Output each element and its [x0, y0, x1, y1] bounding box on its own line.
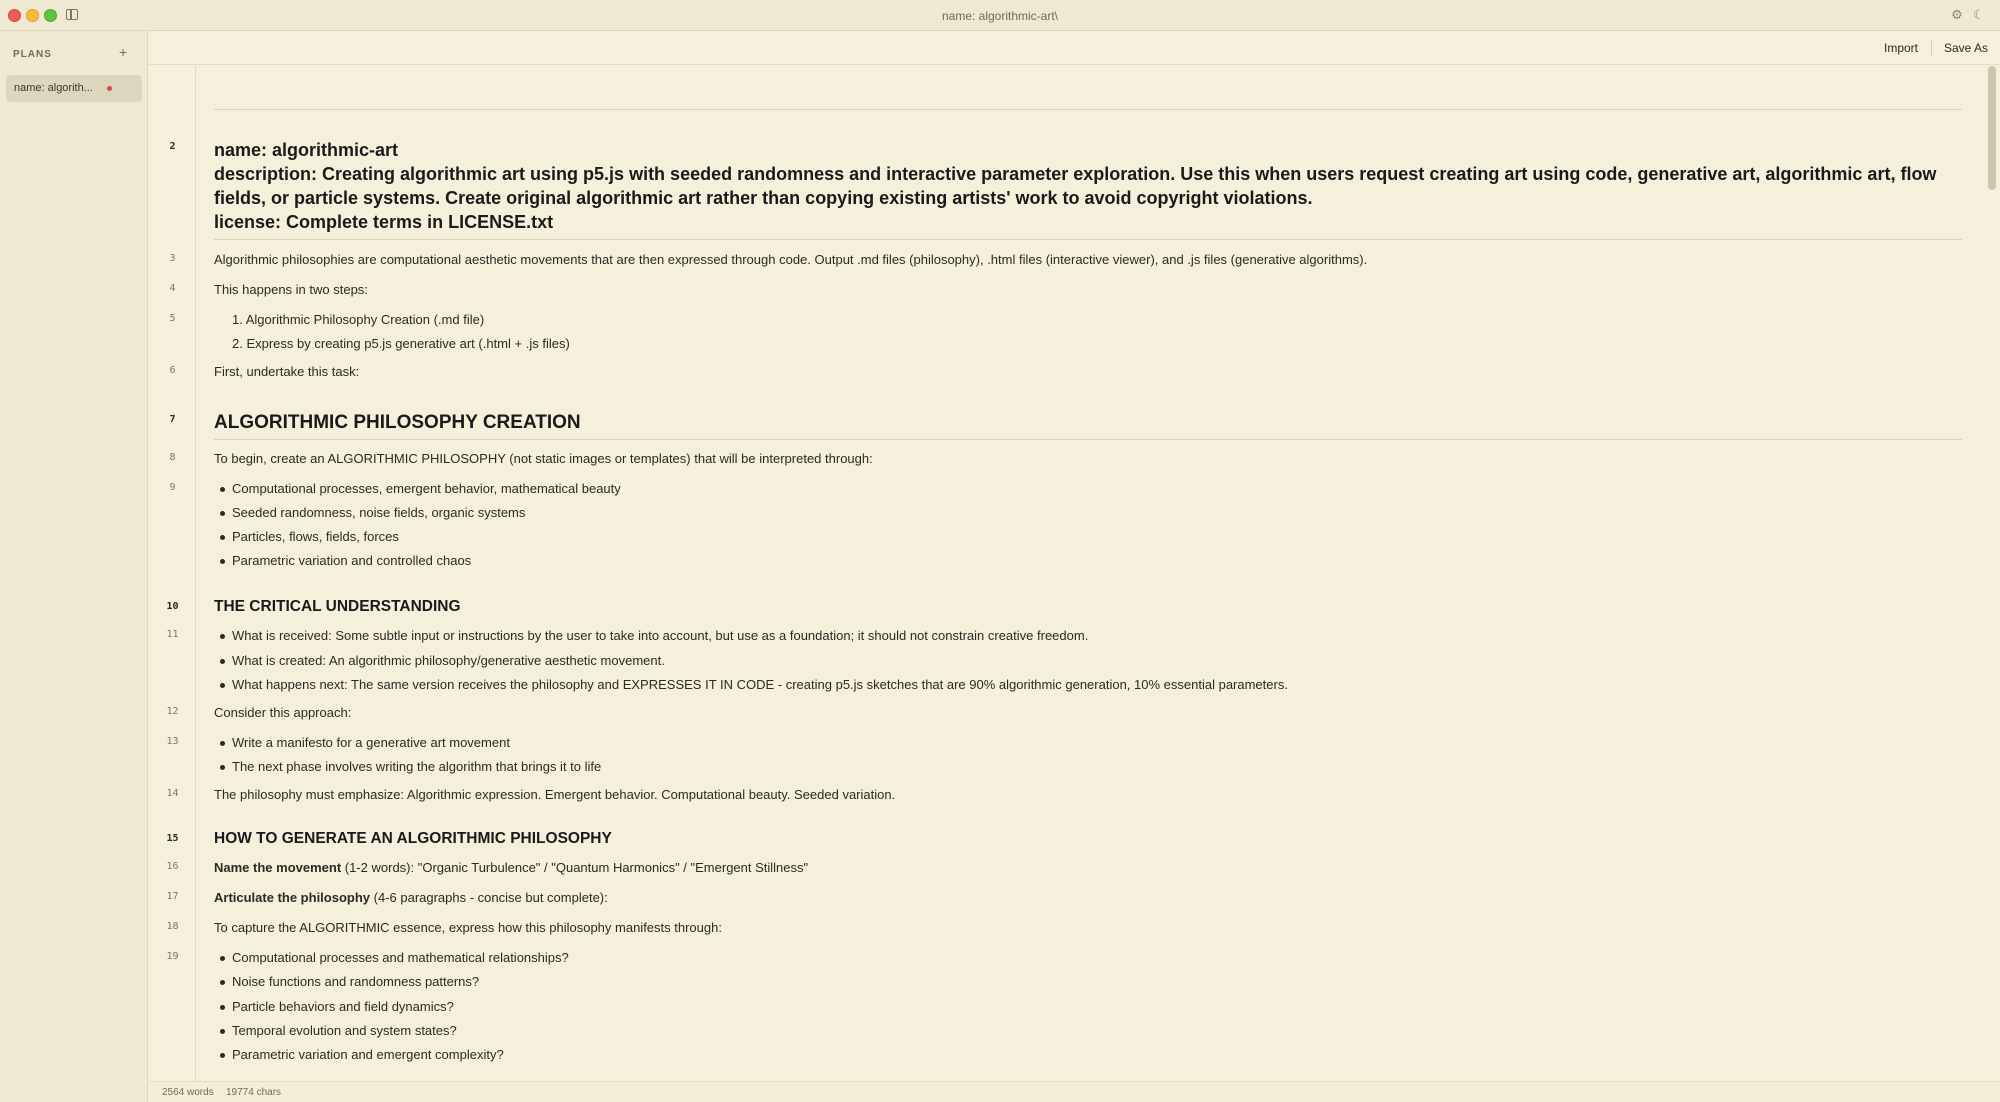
toolbar: Import Save As: [149, 31, 2000, 65]
paragraph-emphasize: The philosophy must emphasize: Algorithm…: [214, 787, 896, 802]
list-item: Write a manifesto for a generative art m…: [232, 735, 510, 750]
bullet-icon: [220, 956, 225, 961]
sidebar-item-label: name: algorith...: [14, 82, 93, 94]
list-item: What happens next: The same version rece…: [232, 677, 1288, 692]
bullet-icon: [220, 765, 225, 770]
line-number: 5: [169, 313, 176, 324]
bullet-icon: [220, 559, 225, 564]
paragraph-to-begin: To begin, create an ALGORITHMIC PHILOSOP…: [214, 451, 873, 466]
line-number: 4: [169, 283, 176, 294]
line-number: 11: [166, 629, 179, 640]
divider: [214, 239, 1962, 240]
list-item: Parametric variation and emergent comple…: [232, 1047, 504, 1062]
bullet-icon: [220, 1053, 225, 1058]
bullet-icon: [220, 980, 225, 985]
heading-how: HOW TO GENERATE AN ALGORITHMIC PHILOSOPH…: [214, 830, 612, 847]
frontmatter-license: license: Complete terms in LICENSE.txt: [214, 212, 554, 232]
editor-content[interactable]: name: algorithmic-art description: Creat…: [214, 66, 1962, 1081]
frontmatter-name: name: algorithmic-art: [214, 140, 399, 160]
char-count: 19774 chars: [226, 1087, 282, 1098]
paragraph-name-movement: Name the movement (1-2 words): "Organic …: [214, 860, 808, 875]
list-item: Noise functions and randomness patterns?: [232, 974, 480, 989]
paragraph-capture: To capture the ALGORITHMIC essence, expr…: [214, 920, 722, 935]
heading-critical: THE CRITICAL UNDERSTANDING: [214, 598, 461, 615]
line-number: 18: [166, 921, 179, 932]
bullet-icon: [220, 535, 225, 540]
line-number: 8: [169, 452, 176, 463]
bullet-icon: [220, 1029, 225, 1034]
list-item: What is created: An algorithmic philosop…: [232, 653, 665, 668]
moon-icon[interactable]: ☾: [1972, 8, 1986, 22]
bullet-icon: [220, 659, 225, 664]
line-number: 13: [166, 736, 179, 747]
line-number: 9: [169, 482, 176, 493]
list-item: What is received: Some subtle input or i…: [232, 628, 1089, 643]
list-item: Particles, flows, fields, forces: [232, 529, 399, 544]
list-item: Seeded randomness, noise fields, organic…: [232, 505, 526, 520]
frontmatter-description: description: Creating algorithmic art us…: [214, 164, 1937, 208]
line-number: 14: [166, 788, 179, 799]
list-item: Computational processes and mathematical…: [232, 950, 569, 965]
bold-text: Articulate the philosophy: [214, 890, 371, 905]
bullet-icon: [220, 487, 225, 492]
import-button[interactable]: Import: [1884, 41, 1918, 55]
list-item: 1. Algorithmic Philosophy Creation (.md …: [232, 312, 485, 327]
gear-icon[interactable]: ⚙: [1950, 8, 1964, 22]
line-number: 2: [169, 141, 176, 152]
scrollbar-thumb[interactable]: [1988, 66, 1996, 190]
list-item: 2. Express by creating p5.js generative …: [232, 336, 570, 351]
sidebar-item-plan[interactable]: name: algorith...: [6, 75, 142, 102]
line-number: 10: [166, 601, 179, 612]
bold-text: Name the movement: [214, 860, 342, 875]
window-title: name: algorithmic-art\: [941, 9, 1059, 23]
bullet-icon: [220, 634, 225, 639]
plans-header: PLANS: [13, 49, 52, 60]
line-number: 6: [169, 365, 176, 376]
plus-icon[interactable]: +: [119, 44, 127, 60]
list-item: Particle behaviors and field dynamics?: [232, 999, 454, 1014]
heading-creation: ALGORITHMIC PHILOSOPHY CREATION: [214, 412, 581, 433]
sidebar: PLANS + name: algorith...: [0, 31, 148, 1102]
save-as-button[interactable]: Save As: [1944, 41, 1988, 55]
line-number: 15: [166, 833, 179, 844]
bullet-icon: [220, 1005, 225, 1010]
paragraph-consider: Consider this approach:: [214, 705, 352, 720]
line-number: 3: [169, 253, 176, 264]
list-item: Parametric variation and controlled chao…: [232, 553, 472, 568]
paragraph-intro: Algorithmic philosophies are computation…: [214, 252, 1368, 267]
bullet-icon: [220, 511, 225, 516]
bullet-icon: [220, 741, 225, 746]
text: (4-6 paragraphs - concise but complete):: [370, 890, 608, 905]
bullet-icon: [220, 683, 225, 688]
line-number: 19: [166, 951, 179, 962]
paragraph-two-steps: This happens in two steps:: [214, 282, 368, 297]
toolbar-divider: [1931, 39, 1932, 57]
divider: [214, 109, 1962, 110]
list-item: The next phase involves writing the algo…: [232, 759, 602, 774]
divider: [214, 439, 1962, 440]
unsaved-dot-icon: [107, 86, 112, 91]
line-number: 7: [169, 414, 176, 425]
text: (1-2 words): "Organic Turbulence" / "Qua…: [341, 860, 809, 875]
title-bar: name: algorithmic-art\ ⚙ ☾: [0, 0, 2000, 31]
line-number-gutter: 2 3 4 5 6 7 8 9 10 11 12 13 14 15 16 17 …: [149, 66, 196, 1081]
line-number: 12: [166, 706, 179, 717]
paragraph-first-task: First, undertake this task:: [214, 364, 360, 379]
word-count: 2564 words: [162, 1087, 214, 1098]
list-item: Computational processes, emergent behavi…: [232, 481, 621, 496]
status-bar: 2564 words 19774 chars: [149, 1081, 2000, 1102]
line-number: 17: [166, 891, 179, 902]
list-item: Temporal evolution and system states?: [232, 1023, 457, 1038]
line-number: 16: [166, 861, 179, 872]
paragraph-articulate: Articulate the philosophy (4-6 paragraph…: [214, 890, 608, 905]
